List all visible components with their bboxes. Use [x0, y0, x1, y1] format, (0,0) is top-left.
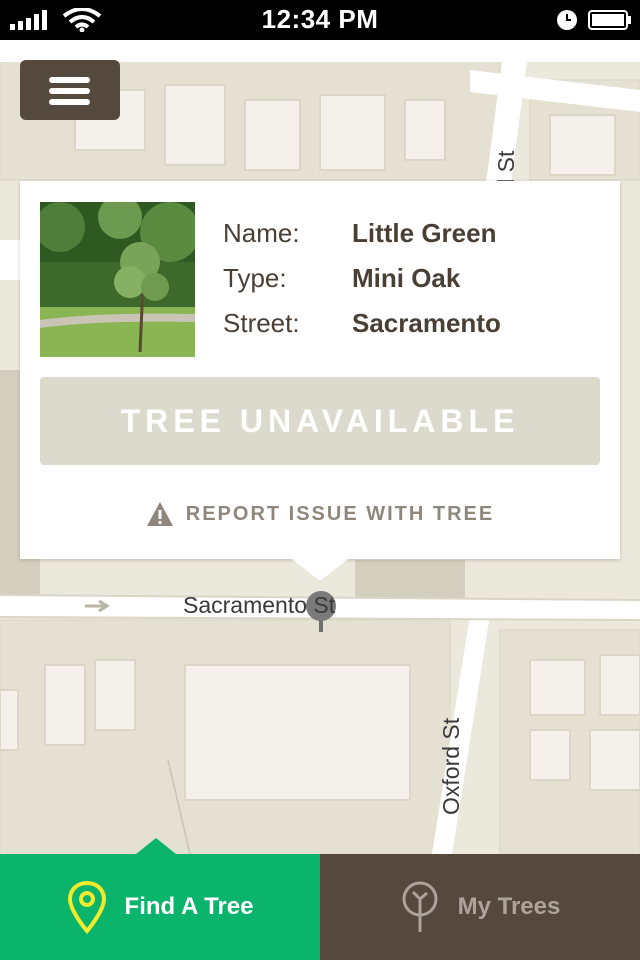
- street-label: Street:: [223, 308, 300, 338]
- status-bar: 12:34 PM: [0, 0, 640, 40]
- name-value: Little Green: [352, 218, 497, 248]
- hamburger-icon-bar: [49, 88, 90, 94]
- tree-unavailable-button[interactable]: TREE UNAVAILABLE: [40, 377, 600, 465]
- street-label-sacramento: Sacramento St: [183, 592, 336, 618]
- status-time: 12:34 PM: [261, 4, 379, 34]
- street-value: Sacramento: [352, 308, 501, 338]
- card-pointer: [292, 559, 348, 581]
- street-label-oxford: Oxford St: [438, 717, 464, 815]
- tree-info-card: Name: Little Green Type: Mini Oak Street…: [20, 181, 620, 559]
- warning-icon: [146, 502, 173, 526]
- map-pin-icon: [67, 880, 106, 934]
- hamburger-icon-bar: [49, 99, 90, 105]
- tab-find-a-tree-label: Find A Tree: [124, 893, 254, 920]
- hamburger-icon: [49, 77, 90, 83]
- tab-my-trees[interactable]: My Trees: [320, 854, 640, 960]
- report-issue-link[interactable]: REPORT ISSUE WITH TREE: [20, 497, 620, 531]
- type-label: Type:: [223, 263, 287, 293]
- report-issue-label: REPORT ISSUE WITH TREE: [185, 502, 495, 525]
- tab-my-trees-label: My Trees: [457, 893, 561, 920]
- tree-photo: [40, 202, 195, 357]
- active-tab-indicator: [136, 838, 176, 854]
- battery-icon: [588, 10, 631, 30]
- tree-icon: [402, 881, 438, 932]
- type-value: Mini Oak: [352, 263, 461, 293]
- menu-button[interactable]: [20, 60, 120, 120]
- name-label: Name:: [223, 218, 300, 248]
- alarm-clock-icon: [557, 10, 577, 30]
- tab-bar: Find A Tree My Trees: [0, 838, 640, 960]
- tab-find-a-tree[interactable]: Find A Tree: [0, 854, 320, 960]
